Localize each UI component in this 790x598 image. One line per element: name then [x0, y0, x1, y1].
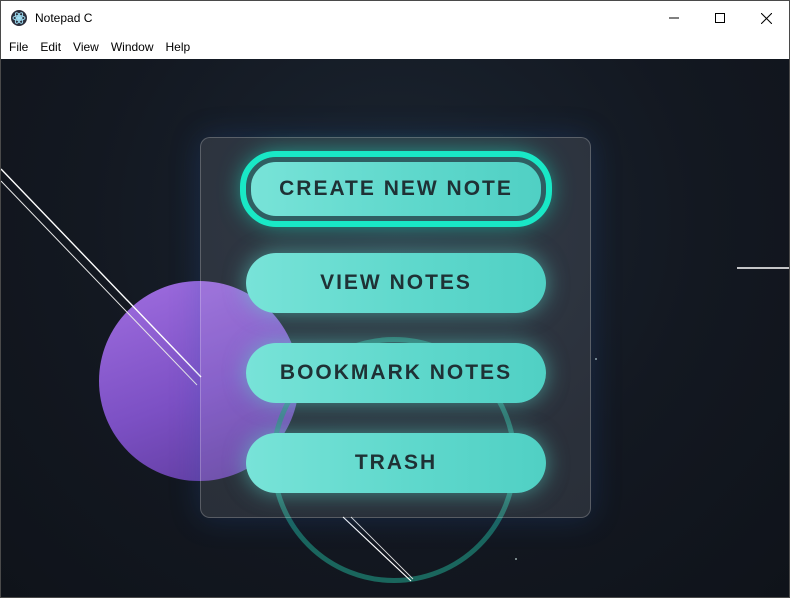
- maximize-button[interactable]: [697, 1, 743, 35]
- bookmark-notes-button[interactable]: BOOKMARK NOTES: [246, 343, 546, 403]
- minimize-icon: [669, 17, 679, 19]
- close-icon: [760, 12, 772, 24]
- window-controls: [651, 1, 789, 35]
- close-button[interactable]: [743, 1, 789, 35]
- menu-edit[interactable]: Edit: [34, 35, 67, 59]
- main-content: CREATE NEW NOTE VIEW NOTES BOOKMARK NOTE…: [1, 59, 789, 597]
- window-title: Notepad C: [35, 11, 93, 25]
- create-new-note-button[interactable]: CREATE NEW NOTE: [240, 151, 552, 227]
- title-bar[interactable]: Notepad C: [1, 1, 789, 35]
- menu-bar: File Edit View Window Help: [1, 35, 789, 59]
- trash-button[interactable]: TRASH: [246, 433, 546, 493]
- app-window: Notepad C File Edit View Window Help CRE…: [0, 0, 790, 598]
- maximize-icon: [715, 13, 725, 23]
- minimize-button[interactable]: [651, 1, 697, 35]
- menu-file[interactable]: File: [1, 35, 34, 59]
- menu-help[interactable]: Help: [160, 35, 197, 59]
- menu-window[interactable]: Window: [105, 35, 160, 59]
- app-logo-icon: [11, 10, 27, 26]
- view-notes-button[interactable]: VIEW NOTES: [246, 253, 546, 313]
- menu-view[interactable]: View: [67, 35, 105, 59]
